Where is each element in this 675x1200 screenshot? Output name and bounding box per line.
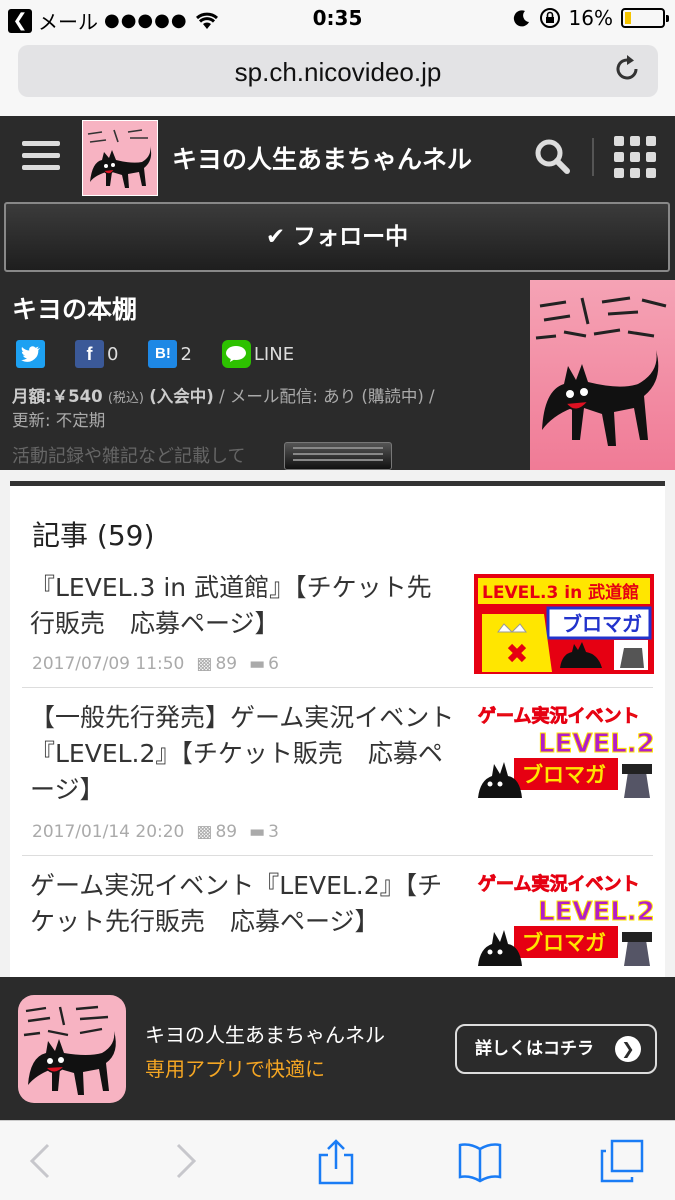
check-icon: ✔ bbox=[265, 224, 286, 250]
update-info: 更新: 不定期 bbox=[12, 411, 106, 430]
folder-icon: ▬ bbox=[249, 822, 266, 842]
hatena-bookmark-icon: B! bbox=[148, 340, 178, 368]
thumbnail-caption: ブロマガ bbox=[522, 931, 606, 955]
article-tags: 6 bbox=[268, 654, 279, 674]
line-icon bbox=[221, 340, 251, 368]
thumbnail-caption: ブロマガ bbox=[562, 612, 642, 636]
apps-grid-icon[interactable] bbox=[614, 136, 656, 178]
share-icon[interactable] bbox=[312, 1137, 360, 1185]
channel-thumbnail[interactable] bbox=[530, 280, 675, 470]
article-meta: 2017/01/14 20:20 ▩ 89 ▬ 3 bbox=[32, 822, 279, 842]
battery-icon bbox=[621, 8, 669, 28]
facebook-icon: f bbox=[75, 340, 104, 368]
share-buttons: f 0 B! 2 LINE bbox=[16, 340, 324, 368]
channel-name: キヨの本棚 bbox=[12, 295, 138, 324]
status-bar: ❮ メール ●●●●● 0:35 16% bbox=[0, 0, 675, 36]
comment-icon: ▩ bbox=[196, 822, 213, 842]
article-thumbnail[interactable]: ゲーム実況イベント LEVEL.2 ブロマガ bbox=[474, 868, 654, 968]
follow-area: ✔ フォロー中 bbox=[0, 198, 675, 280]
orientation-lock-icon bbox=[539, 8, 560, 28]
thumbnail-caption: LEVEL.3 in 武道館 bbox=[482, 582, 639, 603]
facebook-share-button[interactable]: f 0 bbox=[75, 340, 118, 368]
comment-icon: ▩ bbox=[196, 654, 213, 674]
folder-icon: ▬ bbox=[249, 654, 266, 674]
article-date: 2017/01/14 20:20 bbox=[32, 822, 185, 842]
line-label: LINE bbox=[253, 343, 295, 365]
article-comments: 89 bbox=[215, 822, 238, 842]
article-date: 2017/07/09 11:50 bbox=[32, 654, 185, 674]
article-list-heading: 記事 (59) bbox=[32, 519, 155, 552]
twitter-icon bbox=[16, 340, 45, 368]
facebook-count: 0 bbox=[107, 343, 119, 365]
follow-label: フォロー中 bbox=[293, 224, 409, 250]
follow-button[interactable]: ✔ フォロー中 bbox=[4, 202, 670, 272]
site-title[interactable]: キヨの人生あまちゃんネル bbox=[172, 140, 472, 176]
member-status: (入会中) bbox=[149, 387, 214, 406]
price-value: ￥540 bbox=[51, 387, 103, 406]
channel-logo[interactable] bbox=[82, 120, 158, 196]
tax-note: (税込) bbox=[107, 391, 144, 406]
line-share-button[interactable]: LINE bbox=[221, 340, 295, 368]
thumbnail-caption: LEVEL.2 bbox=[538, 897, 654, 927]
back-icon[interactable] bbox=[18, 1137, 66, 1185]
article-title[interactable]: 【一般先行発売】ゲーム実況イベント『LEVEL.2』【チケット販売 応募ページ】 bbox=[30, 700, 455, 808]
article-item[interactable]: 『LEVEL.3 in 武道館』【チケット先行販売 応募ページ】 2017/07… bbox=[22, 570, 654, 688]
price-label: 月額: bbox=[12, 387, 52, 406]
address-field[interactable]: sp.ch.nicovideo.jp bbox=[18, 45, 658, 97]
battery-percent: 16% bbox=[568, 6, 613, 30]
article-thumbnail[interactable]: LEVEL.3 in 武道館 ブロマガ bbox=[474, 574, 654, 674]
forward-icon[interactable] bbox=[160, 1137, 208, 1185]
subscription-info: 月額:￥540 (税込) (入会中) / メール配信: あり (購読中) / 更… bbox=[12, 386, 517, 432]
thumbnail-caption: ブロマガ bbox=[522, 763, 606, 787]
search-icon[interactable] bbox=[534, 138, 570, 174]
app-subtitle: 専用アプリで快適に bbox=[145, 1057, 325, 1081]
thumbnail-caption: ゲーム実況イベント bbox=[478, 705, 639, 727]
article-item[interactable]: ゲーム実況イベント『LEVEL.2』【チケット先行販売 応募ページ】 ゲーム実況… bbox=[22, 856, 654, 981]
app-details-button[interactable]: 詳しくはコチラ ❯ bbox=[455, 1024, 657, 1074]
chevron-right-icon: ❯ bbox=[615, 1036, 641, 1062]
twitter-share-button[interactable] bbox=[16, 340, 45, 368]
browser-toolbar bbox=[0, 1120, 675, 1200]
article-title[interactable]: 『LEVEL.3 in 武道館』【チケット先行販売 応募ページ】 bbox=[30, 570, 455, 642]
hatena-count: 2 bbox=[180, 343, 192, 365]
hatena-bookmark-button[interactable]: B! 2 bbox=[148, 340, 192, 368]
app-promo-banner: キヨの人生あまちゃんネル 専用アプリで快適に 詳しくはコチラ ❯ bbox=[0, 977, 675, 1120]
tabs-icon[interactable] bbox=[598, 1137, 646, 1185]
url-text[interactable]: sp.ch.nicovideo.jp bbox=[18, 57, 658, 88]
site-header: キヨの人生あまちゃんネル bbox=[0, 116, 675, 198]
channel-description: 活動記録や雑記など記載して bbox=[12, 446, 246, 467]
expand-description-button[interactable] bbox=[284, 442, 392, 470]
app-details-label: 詳しくはコチラ bbox=[475, 1039, 594, 1059]
menu-icon[interactable] bbox=[22, 141, 60, 171]
app-icon[interactable] bbox=[18, 995, 126, 1103]
reload-icon[interactable] bbox=[614, 54, 642, 84]
bookmarks-icon[interactable] bbox=[456, 1137, 504, 1185]
article-comments: 89 bbox=[215, 654, 238, 674]
article-tags: 3 bbox=[268, 822, 279, 842]
article-item[interactable]: 【一般先行発売】ゲーム実況イベント『LEVEL.2』【チケット販売 応募ページ】… bbox=[22, 688, 654, 856]
article-meta: 2017/07/09 11:50 ▩ 89 ▬ 6 bbox=[32, 654, 279, 674]
browser-url-bar: sp.ch.nicovideo.jp bbox=[0, 36, 675, 116]
app-name: キヨの人生あまちゃんネル bbox=[145, 1023, 385, 1047]
article-list: 記事 (59) 『LEVEL.3 in 武道館』【チケット先行販売 応募ページ】… bbox=[10, 481, 665, 981]
thumbnail-caption: ゲーム実況イベント bbox=[478, 873, 639, 895]
header-divider bbox=[592, 138, 594, 176]
article-title[interactable]: ゲーム実況イベント『LEVEL.2』【チケット先行販売 応募ページ】 bbox=[30, 868, 455, 940]
moon-icon bbox=[513, 10, 529, 27]
mail-info: / メール配信: あり (購読中) / bbox=[219, 387, 435, 406]
thumbnail-caption: LEVEL.2 bbox=[538, 729, 654, 759]
channel-info: キヨの本棚 f 0 B! 2 LINE 月額:￥540 (税込) (入会中) /… bbox=[0, 280, 675, 470]
article-thumbnail[interactable]: ゲーム実況イベント LEVEL.2 ブロマガ bbox=[474, 700, 654, 800]
